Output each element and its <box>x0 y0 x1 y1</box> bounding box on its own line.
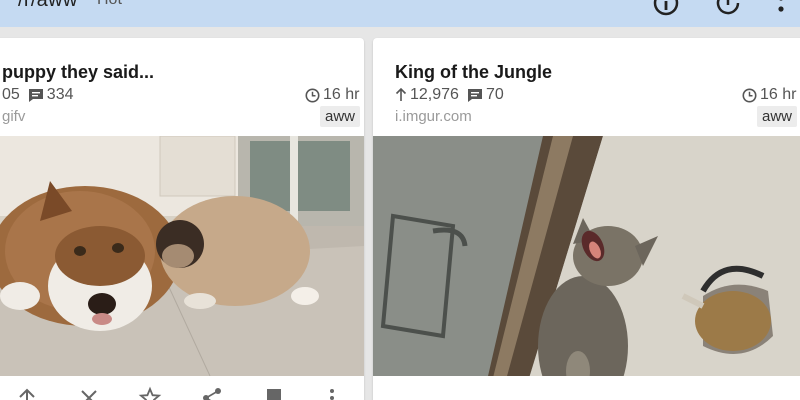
post-domain[interactable]: i.imgur.com <box>395 108 472 125</box>
downvote-icon[interactable] <box>77 386 101 400</box>
post-card[interactable]: puppy they said... 05 334 16 hr gifv aww <box>0 38 364 400</box>
post-image[interactable] <box>0 136 364 376</box>
score-value: 12,976 <box>410 86 459 103</box>
comment-icon <box>28 88 43 102</box>
kitten-picture <box>373 136 800 376</box>
upvote-icon[interactable] <box>15 386 39 400</box>
save-icon[interactable] <box>262 386 286 400</box>
more-icon[interactable] <box>320 386 344 400</box>
subreddit-badge[interactable]: aww <box>320 106 361 127</box>
post-title[interactable]: King of the Jungle <box>395 62 552 83</box>
share-icon[interactable] <box>200 386 224 400</box>
score-value: 05 <box>2 86 20 103</box>
post-age: 16 hr <box>742 86 796 104</box>
post-card[interactable]: King of the Jungle 12,976 70 16 hr i.img… <box>373 38 800 400</box>
post-meta: 05 334 <box>2 86 74 104</box>
post-actions <box>0 378 364 400</box>
refresh-icon[interactable] <box>713 0 743 18</box>
clock-icon <box>742 88 757 102</box>
subreddit-badge[interactable]: aww <box>757 106 798 127</box>
comment-count: 334 <box>46 86 74 103</box>
post-meta: 12,976 70 <box>395 86 504 104</box>
comment-count: 70 <box>485 86 504 103</box>
clock-icon <box>305 88 320 102</box>
age-value: 16 hr <box>760 86 797 103</box>
score-arrow-icon <box>395 88 407 101</box>
subreddit-title[interactable]: /r/aww <box>18 0 78 12</box>
dogs-picture <box>0 136 364 376</box>
overflow-menu-icon[interactable] <box>766 0 796 18</box>
age-value: 16 hr <box>323 86 360 103</box>
info-icon[interactable] <box>651 0 681 18</box>
post-title[interactable]: puppy they said... <box>2 62 154 83</box>
post-age: 16 hr <box>305 86 359 104</box>
post-image[interactable] <box>373 136 800 376</box>
app-toolbar: /r/aww Hot <box>0 0 800 27</box>
sort-label[interactable]: Hot <box>97 0 122 9</box>
star-icon[interactable] <box>138 386 162 400</box>
comment-icon <box>467 88 482 102</box>
post-domain[interactable]: gifv <box>2 108 25 125</box>
